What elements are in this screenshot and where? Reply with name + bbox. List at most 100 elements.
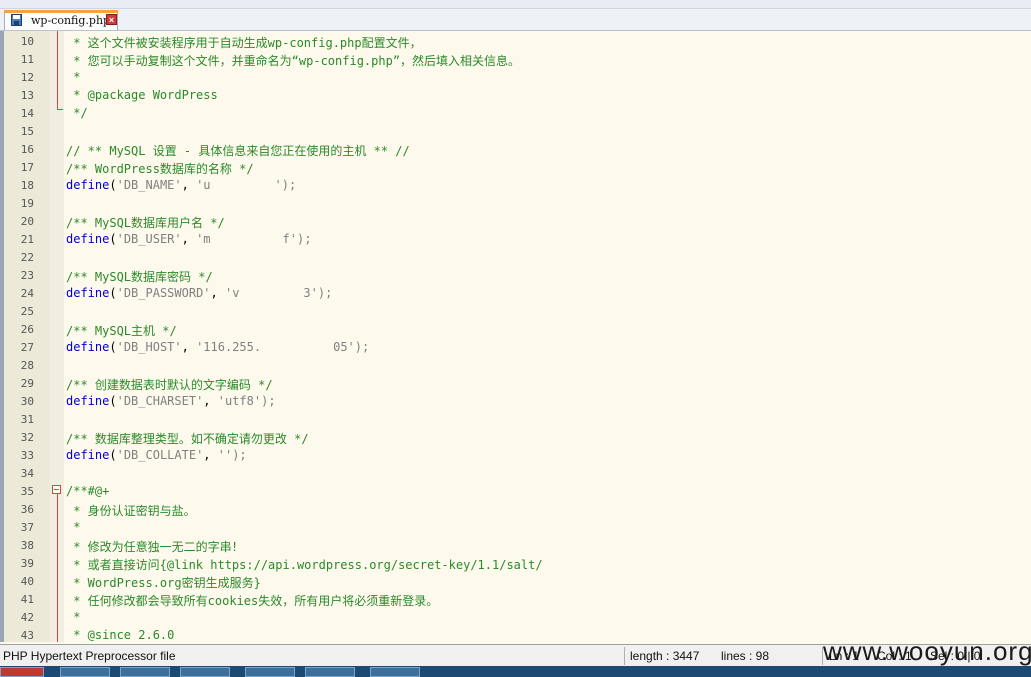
define-statement: define('DB_CHARSET', 'utf8');	[66, 394, 276, 408]
code-line: 41 * 任何修改都会导致所有cookies失效，所有用户将必须重新登录。	[0, 590, 1031, 608]
define-statement: define('DB_COLLATE', '');	[66, 448, 247, 462]
define-keyword: define	[66, 286, 110, 300]
line-number: 39	[20, 557, 34, 570]
code-line: 18 define('DB_NAME', 'u ');	[0, 176, 1031, 194]
define-value-tail: 05');	[333, 340, 370, 354]
taskbar-item[interactable]	[180, 667, 230, 677]
punctuation: (	[109, 448, 117, 462]
code-line: 30 define('DB_CHARSET', 'utf8');	[0, 392, 1031, 410]
define-value-tail: ');	[274, 178, 297, 192]
taskbar-item[interactable]	[120, 667, 170, 677]
define-key: 'DB_NAME'	[116, 178, 182, 192]
define-key: 'DB_HOST'	[116, 340, 182, 354]
taskbar	[0, 666, 1031, 677]
status-separator	[624, 647, 625, 665]
line-number: 23	[20, 269, 34, 282]
code-line: 38 * 修改为任意独一无二的字串！	[0, 536, 1031, 554]
punctuation: (	[109, 178, 117, 192]
comment-line: * 身份认证密钥与盐。	[66, 504, 196, 518]
redacted-value	[210, 178, 275, 192]
punctuation: (	[109, 394, 117, 408]
comment-line: /** 创建数据表时默认的文字编码 */	[66, 378, 273, 392]
code-line: 31	[0, 410, 1031, 428]
punctuation: ,	[203, 448, 218, 462]
code-line: 17 /** WordPress数据库的名称 */	[0, 158, 1031, 176]
define-keyword: define	[66, 448, 110, 462]
code-line: 35 /**#@+	[0, 482, 1031, 500]
code-line: 14 */	[0, 104, 1031, 122]
line-number: 15	[20, 125, 34, 138]
line-number: 24	[20, 287, 34, 300]
lines-readout: lines : 98	[721, 649, 770, 663]
define-value-tail: );	[232, 448, 247, 462]
define-key: 'DB_COLLATE'	[116, 448, 204, 462]
comment-line: */	[66, 106, 88, 120]
comment-line: * 您可以手动复制这个文件，并重命名为“wp-config.php”，然后填入相…	[66, 54, 521, 68]
tab-bar: wp-config.php ×	[0, 9, 1031, 31]
line-number: 19	[20, 197, 34, 210]
code-line: 37 *	[0, 518, 1031, 536]
line-number: 34	[20, 467, 34, 480]
punctuation: ,	[181, 340, 197, 354]
code-line: 11 * 您可以手动复制这个文件，并重命名为“wp-config.php”，然后…	[0, 50, 1031, 68]
window-top-strip	[0, 0, 1031, 9]
line-number: 31	[20, 413, 34, 426]
start-button[interactable]	[0, 667, 44, 677]
code-line: 24 define('DB_PASSWORD', 'v 3');	[0, 284, 1031, 302]
tab-wp-config[interactable]: wp-config.php ×	[4, 10, 118, 30]
define-key: 'DB_CHARSET'	[116, 394, 204, 408]
code-line: 15	[0, 122, 1031, 140]
taskbar-item[interactable]	[305, 667, 355, 677]
comment-line: * 任何修改都会导致所有cookies失效，所有用户将必须重新登录。	[66, 594, 439, 608]
redacted-value	[239, 286, 304, 300]
line-number: 22	[20, 251, 34, 264]
line-number: 14	[20, 107, 34, 120]
define-keyword: define	[66, 394, 110, 408]
define-statement: define('DB_USER', 'm f');	[66, 232, 311, 246]
define-value: 'm	[196, 232, 211, 246]
punctuation: (	[109, 340, 117, 354]
line-number: 12	[20, 71, 34, 84]
redacted-value	[261, 340, 334, 354]
define-key: 'DB_PASSWORD'	[116, 286, 211, 300]
code-line: 32 /** 数据库整理类型。如不确定请勿更改 */	[0, 428, 1031, 446]
line-number: 37	[20, 521, 34, 534]
comment-line: // ** MySQL 设置 - 具体信息来自您正在使用的主机 ** //	[66, 144, 410, 158]
code-line: 10 * 这个文件被安装程序用于自动生成wp-config.php配置文件，	[0, 32, 1031, 50]
code-line: 40 * WordPress.org密钥生成服务}	[0, 572, 1031, 590]
code-line: 26 /** MySQL主机 */	[0, 320, 1031, 338]
length-readout: length : 3447	[630, 649, 700, 663]
close-icon[interactable]: ×	[106, 14, 117, 25]
code-editor[interactable]: 10 * 这个文件被安装程序用于自动生成wp-config.php配置文件， 11…	[0, 31, 1031, 642]
define-value: '116.255.	[196, 340, 262, 354]
taskbar-item[interactable]	[60, 667, 110, 677]
code-line: 25	[0, 302, 1031, 320]
define-value: 'v	[224, 286, 240, 300]
taskbar-item[interactable]	[370, 667, 420, 677]
line-number: 27	[20, 341, 34, 354]
define-value-tail: 3');	[303, 286, 333, 300]
comment-line: *	[66, 610, 81, 624]
line-number: 32	[20, 431, 34, 444]
define-key: 'DB_USER'	[116, 232, 182, 246]
punctuation: ,	[210, 286, 225, 300]
code-line: 42 *	[0, 608, 1031, 626]
line-number: 42	[20, 611, 34, 624]
line-number: 21	[20, 233, 34, 246]
define-value: 'u	[196, 178, 211, 192]
comment-line: /** MySQL数据库密码 */	[66, 270, 213, 284]
define-statement: define('DB_HOST', '116.255. 05');	[66, 340, 369, 354]
code-line: 20 /** MySQL数据库用户名 */	[0, 212, 1031, 230]
comment-line: * WordPress.org密钥生成服务}	[66, 576, 261, 590]
comment-line: * 这个文件被安装程序用于自动生成wp-config.php配置文件，	[66, 36, 422, 50]
taskbar-item[interactable]	[245, 667, 295, 677]
watermark: www.wooyun.org	[823, 636, 1031, 666]
define-value-tail: );	[261, 394, 276, 408]
define-keyword: define	[66, 232, 110, 246]
tab-label: wp-config.php	[31, 14, 111, 27]
define-value-tail: f');	[282, 232, 312, 246]
code-line: 16 // ** MySQL 设置 - 具体信息来自您正在使用的主机 ** //	[0, 140, 1031, 158]
code-line: 13 * @package WordPress	[0, 86, 1031, 104]
line-number: 10	[20, 35, 34, 48]
file-type: PHP Hypertext Preprocessor file	[3, 649, 176, 663]
